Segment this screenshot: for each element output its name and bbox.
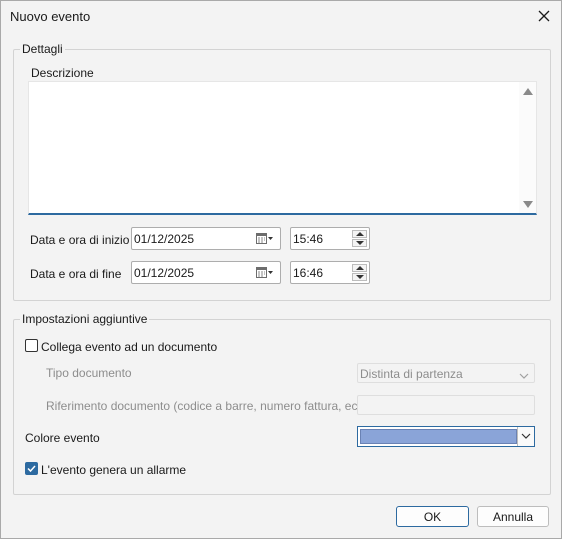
chevron-down-icon (519, 369, 529, 383)
close-icon (538, 10, 550, 22)
start-time-spinner[interactable] (352, 230, 367, 247)
end-date-picker[interactable]: 01/12/2025 (131, 261, 281, 284)
event-color-label: Colore evento (25, 431, 100, 445)
event-color-picker[interactable] (357, 426, 535, 447)
document-type-select: Distinta di partenza (357, 363, 535, 383)
start-date-value: 01/12/2025 (134, 232, 195, 246)
start-time-field[interactable]: 15:46 (290, 227, 370, 250)
ok-button[interactable]: OK (396, 506, 469, 527)
end-time-value: 16:46 (293, 266, 324, 280)
end-date-value: 01/12/2025 (134, 266, 195, 280)
calendar-dropdown-icon[interactable] (256, 267, 274, 281)
cancel-button[interactable]: Annulla (477, 506, 549, 527)
spin-up-icon[interactable] (352, 230, 367, 238)
start-date-picker[interactable]: 01/12/2025 (131, 227, 281, 250)
description-textarea[interactable] (28, 81, 537, 215)
document-ref-input (357, 395, 535, 415)
description-label: Descrizione (31, 66, 94, 80)
scroll-up-icon[interactable] (523, 88, 533, 95)
details-legend: Dettagli (20, 42, 65, 56)
link-document-checkbox[interactable] (25, 339, 38, 352)
color-swatch (360, 429, 517, 444)
end-time-field[interactable]: 16:46 (290, 261, 370, 284)
dialog-title: Nuovo evento (10, 9, 91, 24)
spin-down-icon[interactable] (352, 239, 367, 247)
chevron-down-icon (521, 433, 531, 439)
alarm-checkbox[interactable] (25, 462, 38, 475)
scroll-down-icon[interactable] (523, 201, 533, 208)
end-time-spinner[interactable] (352, 264, 367, 281)
close-button[interactable] (531, 3, 557, 29)
document-type-value: Distinta di partenza (360, 367, 463, 381)
color-dropdown-button[interactable] (517, 427, 534, 446)
calendar-dropdown-icon[interactable] (256, 233, 274, 247)
document-type-label: Tipo documento (46, 366, 132, 380)
description-scrollbar[interactable] (519, 82, 536, 213)
start-datetime-label: Data e ora di inizio (30, 233, 130, 247)
spin-up-icon[interactable] (352, 264, 367, 272)
document-ref-label: Riferimento documento (codice a barre, n… (46, 399, 371, 413)
link-document-label[interactable]: Collega evento ad un documento (41, 340, 217, 354)
start-time-value: 15:46 (293, 232, 324, 246)
additional-settings-legend: Impostazioni aggiuntive (20, 312, 150, 326)
title-bar: Nuovo evento (1, 1, 561, 32)
alarm-label[interactable]: L'evento genera un allarme (41, 463, 186, 477)
spin-down-icon[interactable] (352, 273, 367, 281)
new-event-dialog: Nuovo evento Dettagli Descrizione Data e… (0, 0, 562, 539)
checkmark-icon (27, 465, 36, 473)
end-datetime-label: Data e ora di fine (30, 267, 122, 281)
